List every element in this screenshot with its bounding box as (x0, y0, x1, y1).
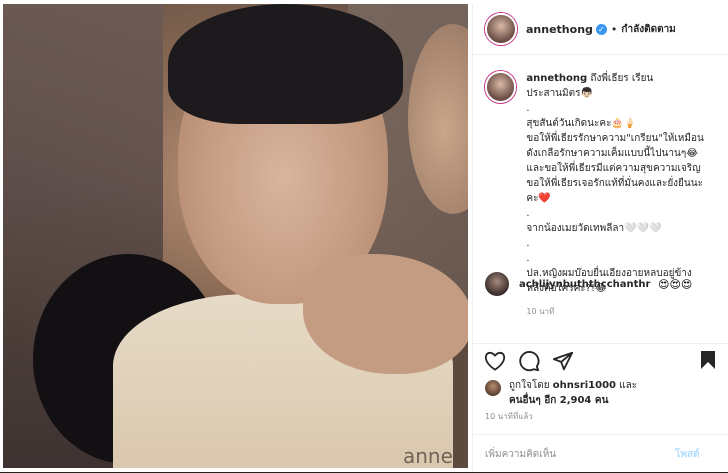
caption-line: จากน้องเมยวัดเทพลีลา🤍🤍🤍 (526, 223, 662, 234)
comment-text: 😍😍😍 (658, 277, 693, 291)
post-comment-button[interactable]: โพสต์ (675, 447, 700, 462)
header-separator: • (610, 22, 618, 36)
caption-line: annethong ถึงพี่เธียร เรียน (526, 73, 654, 84)
likes-row: ถูกใจโดย ohnsri1000 และ คนอื่นๆ อีก 2,90… (485, 378, 637, 408)
caption-avatar[interactable] (485, 71, 517, 103)
heart-icon[interactable] (483, 349, 507, 373)
post-timestamp[interactable]: 10 นาทีที่แล้ว (485, 410, 533, 423)
caption-line: . (526, 253, 530, 264)
comment-row: achlijynbuththcchanthr 😍😍😍 (485, 272, 692, 296)
likes-text: ถูกใจโดย ohnsri1000 และ คนอื่นๆ อีก 2,90… (509, 380, 638, 406)
caption-line: และขอให้พี่เธียรมีแต่ความสุขความเจริญ (526, 163, 701, 174)
post-photo[interactable]: anne (3, 4, 468, 468)
share-icon[interactable] (551, 349, 575, 373)
caption-line: ขอให้พี่เธียรรักษาความ"เกรียน"ให้เหมือน (526, 133, 704, 144)
comment-input[interactable]: เพิ่มความคิดเห็น (485, 447, 675, 462)
caption-line: สุขสันต์วันเกิดนะคะ🎂🍦 (526, 118, 637, 129)
bookmark-icon[interactable] (697, 348, 719, 372)
follow-status-button[interactable]: กำลังติดตาม (621, 22, 675, 37)
caption-line: ประสานมิตร👦🏻 (526, 88, 593, 99)
likes-count[interactable]: คนอื่นๆ อีก 2,904 คน (509, 395, 608, 406)
post-header: annethong ✓ • กำลังติดตาม (473, 4, 728, 55)
caption-line: ดังเกลือรักษาความเค็มแบบนี้ไปนานๆ😂 (526, 148, 698, 159)
photo-watermark: anne (403, 444, 453, 468)
add-comment-bar: เพิ่มความคิดเห็น โพสต์ (473, 434, 728, 473)
instagram-post-modal: anne annethong ✓ • กำลังติดตาม annethong… (0, 0, 728, 472)
verified-icon: ✓ (595, 23, 607, 35)
action-bar (473, 343, 728, 378)
photo-hair (168, 4, 403, 124)
caption-line: ขอให้พี่เธียรเจอรักแท้ที่มั่นคงและยั่งยื… (526, 178, 703, 189)
comment-icon[interactable] (517, 349, 541, 373)
header-username[interactable]: annethong (526, 23, 593, 36)
comment-avatar[interactable] (485, 272, 509, 296)
post-sidebar: annethong ✓ • กำลังติดตาม annethong ถึงพ… (472, 4, 728, 472)
caption-line: คะ❤️ (526, 193, 551, 204)
caption-line: . (526, 103, 530, 114)
caption-time: 10 นาที (526, 307, 555, 316)
caption-line: . (526, 238, 530, 249)
liker-username[interactable]: ohnsri1000 (553, 380, 616, 391)
avatar[interactable] (485, 13, 517, 45)
liker-avatar[interactable] (485, 380, 501, 396)
comment-username[interactable]: achlijynbuththcchanthr (519, 279, 654, 290)
caption-username[interactable]: annethong (526, 73, 587, 84)
caption-line: . (526, 208, 530, 219)
